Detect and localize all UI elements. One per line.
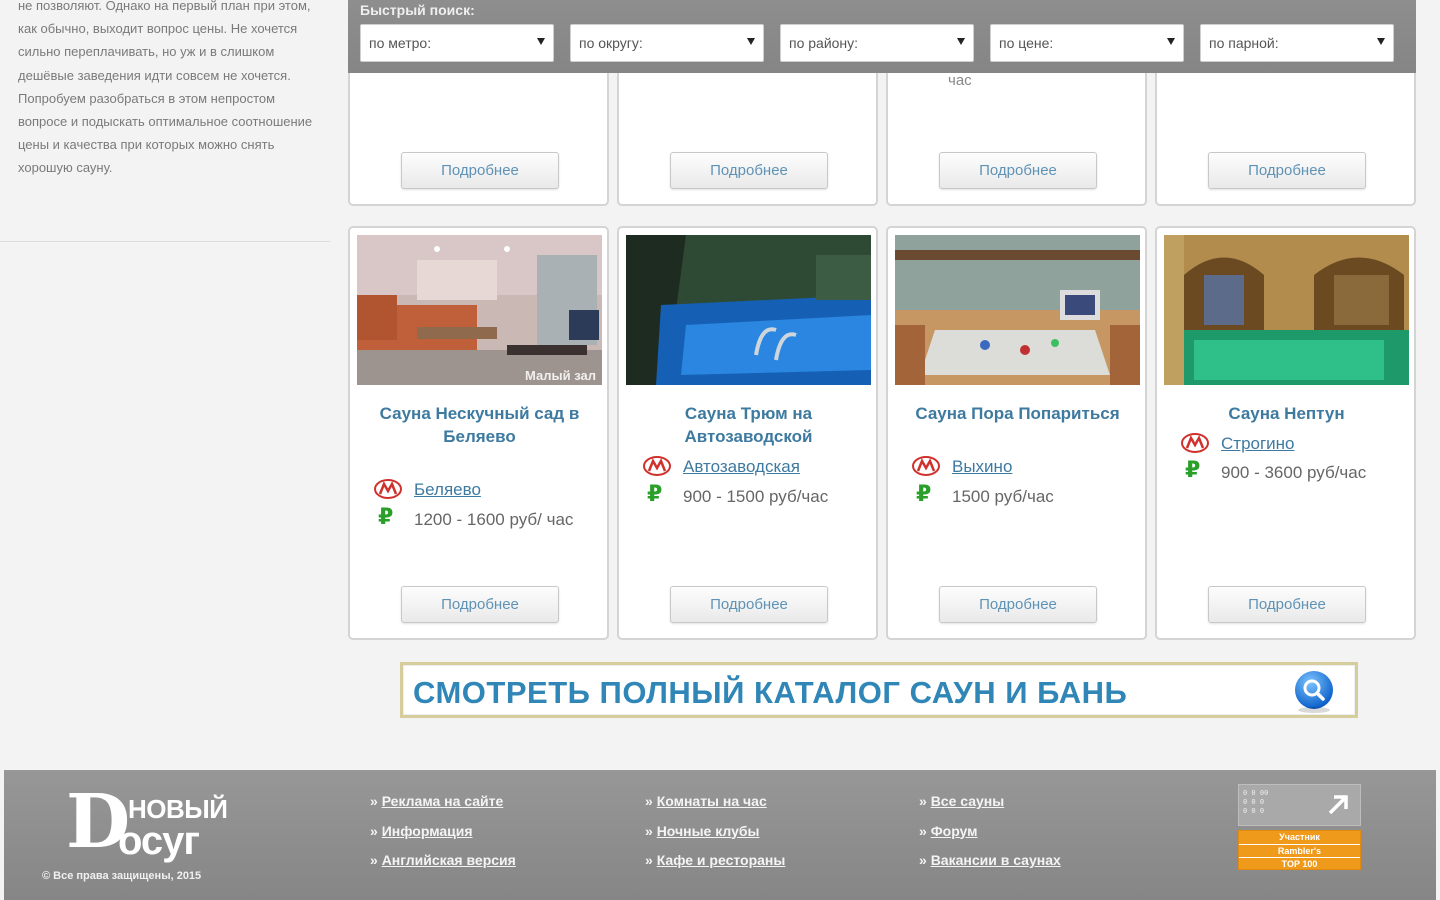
logo-bottom-text: осуг (118, 819, 200, 863)
details-button[interactable]: Подробнее (401, 586, 559, 623)
sauna-card: Сауна Пора Попариться Выхино ₽ 1500 руб/… (886, 226, 1147, 640)
footer-links-column-2: » Комнаты на час » Ночные клубы » Кафе и… (645, 787, 785, 876)
footer-link-hourly-rooms[interactable]: » Комнаты на час (645, 787, 785, 817)
metro-station-link[interactable]: Автозаводская (683, 455, 800, 478)
visit-counter[interactable]: 0 0 00 0 0 0 0 0 0 (1238, 784, 1361, 826)
footer-link-all-saunas[interactable]: » Все сауны (919, 787, 1061, 817)
chevron-down-icon (537, 38, 545, 45)
photo-caption: Малый зал (525, 368, 596, 383)
catalog-banner-text: СМОТРЕТЬ ПОЛНЫЙ КАТАЛОГ САУН И БАНЬ (413, 675, 1128, 710)
metro-icon (643, 456, 671, 476)
details-button[interactable]: Подробнее (939, 586, 1097, 623)
footer-link-cafes[interactable]: » Кафе и рестораны (645, 846, 785, 876)
quick-search-bar: Быстрый поиск: по метро: по округу: по р… (348, 0, 1416, 73)
footer-link-english-version[interactable]: » Английская версия (370, 846, 516, 876)
sauna-photo[interactable] (895, 235, 1140, 385)
search-icon (1295, 671, 1333, 713)
footer: D НОВЫЙ осуг © Все права защищены, 2015 … (4, 770, 1436, 900)
filter-district-select[interactable]: по округу: (570, 24, 764, 62)
sauna-card: Малый зал Сауна Нескучный сад в Беляево … (348, 226, 609, 640)
chevron-down-icon (1167, 38, 1175, 45)
sauna-photo[interactable]: Малый зал (357, 235, 602, 385)
details-button[interactable]: Подробнее (1208, 586, 1366, 623)
quick-search-title: Быстрый поиск: (360, 2, 475, 18)
sauna-photo[interactable] (626, 235, 871, 385)
footer-link-forum[interactable]: » Форум (919, 817, 1061, 847)
metro-icon (1181, 433, 1209, 453)
details-button[interactable]: Подробнее (670, 586, 828, 623)
copyright-text: © Все права защищены, 2015 (42, 870, 202, 882)
sidebar: не позволяют. Однако на первый план при … (0, 0, 330, 242)
footer-link-vacancies[interactable]: » Вакансии в саунах (919, 846, 1061, 876)
full-catalog-banner[interactable]: СМОТРЕТЬ ПОЛНЫЙ КАТАЛОГ САУН И БАНЬ (400, 662, 1358, 718)
details-button[interactable]: Подробнее (939, 152, 1097, 189)
arrow-up-right-icon (1328, 795, 1348, 815)
filter-area-select[interactable]: по району: (780, 24, 974, 62)
metro-icon (912, 456, 940, 476)
footer-links-column-1: » Реклама на сайте » Информация » Англий… (370, 787, 516, 876)
filter-metro-select[interactable]: по метро: (360, 24, 554, 62)
price-text: 900 - 3600 руб/час (1221, 463, 1367, 482)
ruble-icon: ₽ (916, 481, 932, 506)
chevron-down-icon (747, 38, 755, 45)
filter-steam-room-select[interactable]: по парной: (1200, 24, 1394, 62)
counter-digits: 0 0 00 0 0 0 0 0 0 (1243, 789, 1269, 815)
filter-price-select[interactable]: по цене: (990, 24, 1184, 62)
ruble-icon: ₽ (647, 481, 663, 506)
ruble-icon: ₽ (1185, 457, 1201, 482)
rambler-top100-badge[interactable]: Участник Rambler's TOP 100 (1238, 830, 1361, 870)
footer-link-advertising[interactable]: » Реклама на сайте (370, 787, 516, 817)
price-text: 1200 - 1600 руб/ час (414, 510, 574, 529)
price-text: 1500 руб/час (952, 487, 1054, 506)
sauna-card: Сауна Трюм на Автозаводской Автозаводска… (617, 226, 878, 640)
sauna-title-link[interactable]: Сауна Нескучный сад в Беляево (360, 402, 599, 449)
footer-link-information[interactable]: » Информация (370, 817, 516, 847)
price-text: 900 - 1500 руб/час (683, 487, 829, 506)
details-button[interactable]: Подробнее (401, 152, 559, 189)
metro-station-link[interactable]: Беляево (414, 478, 481, 501)
chevron-down-icon (957, 38, 965, 45)
chevron-down-icon (1377, 38, 1385, 45)
footer-link-night-clubs[interactable]: » Ночные клубы (645, 817, 785, 847)
metro-station-link[interactable]: Выхино (952, 455, 1012, 478)
sauna-card: Сауна Нептун Строгино ₽ 900 - 3600 руб/ч… (1155, 226, 1416, 640)
sauna-title-link[interactable]: Сауна Пора Попариться (898, 402, 1137, 425)
details-button[interactable]: Подробнее (1208, 152, 1366, 189)
sauna-title-link[interactable]: Сауна Трюм на Автозаводской (629, 402, 868, 449)
metro-station-link[interactable]: Строгино (1221, 432, 1295, 455)
footer-links-column-3: » Все сауны » Форум » Вакансии в саунах (919, 787, 1061, 876)
price-unit-text: час (948, 72, 972, 89)
metro-icon (374, 479, 402, 499)
sidebar-article-text: не позволяют. Однако на первый план при … (18, 0, 313, 176)
details-button[interactable]: Подробнее (670, 152, 828, 189)
site-logo[interactable]: D НОВЫЙ осуг (66, 782, 236, 872)
sauna-photo[interactable] (1164, 235, 1409, 385)
sauna-title-link[interactable]: Сауна Нептун (1167, 402, 1406, 425)
ruble-icon: ₽ (378, 504, 394, 529)
